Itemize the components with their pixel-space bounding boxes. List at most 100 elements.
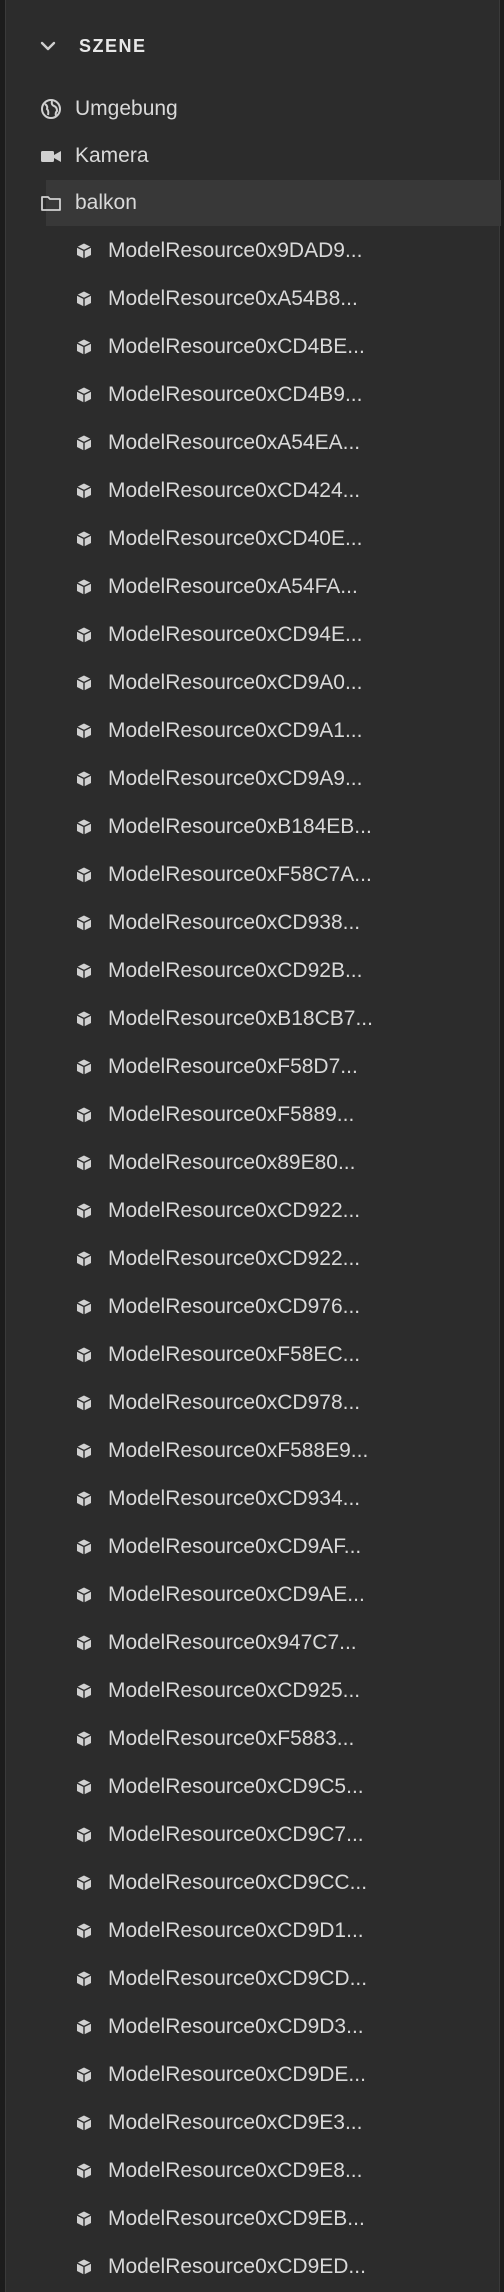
tree-child-item[interactable]: ModelResource0xF58D7... bbox=[6, 1044, 501, 1090]
cube-icon bbox=[72, 1487, 96, 1511]
tree-child-item[interactable]: ModelResource0xF588E9... bbox=[6, 1428, 501, 1474]
cube-icon bbox=[72, 1631, 96, 1655]
tree-child-item[interactable]: ModelResource0xCD4BE... bbox=[6, 324, 501, 370]
tree-child-item[interactable]: ModelResource0xF58EC... bbox=[6, 1332, 501, 1378]
tree-child-item[interactable]: ModelResource0xCD9AE... bbox=[6, 1572, 501, 1618]
tree-child-label: ModelResource0xF5889... bbox=[108, 1103, 355, 1126]
tree-item-label: Kamera bbox=[75, 144, 149, 167]
tree-child-item[interactable]: ModelResource0x9DAD9... bbox=[6, 228, 501, 274]
tree-child-label: ModelResource0xCD4B9... bbox=[108, 383, 363, 406]
tree-child-item[interactable]: ModelResource0xCD9D1... bbox=[6, 1908, 501, 1954]
cube-icon bbox=[72, 2159, 96, 2183]
tree-child-item[interactable]: ModelResource0xCD9EB... bbox=[6, 2196, 501, 2242]
tree-child-item[interactable]: ModelResource0xCD9AF... bbox=[6, 1524, 501, 1570]
tree-child-label: ModelResource0xCD424... bbox=[108, 479, 361, 502]
tree-child-item[interactable]: ModelResource0xCD9E8... bbox=[6, 2148, 501, 2194]
cube-icon bbox=[72, 1103, 96, 1127]
tree-child-label: ModelResource0xCD9C7... bbox=[108, 1823, 364, 1846]
cube-icon bbox=[72, 959, 96, 983]
tree-child-item[interactable]: ModelResource0xCD922... bbox=[6, 1188, 501, 1234]
tree-child-item[interactable]: ModelResource0xA54EA... bbox=[6, 420, 501, 466]
cube-icon bbox=[72, 1439, 96, 1463]
cube-icon bbox=[72, 1199, 96, 1223]
tree-child-label: ModelResource0xCD978... bbox=[108, 1391, 361, 1414]
cube-icon bbox=[72, 1151, 96, 1175]
tree-child-item[interactable]: ModelResource0xCD4B9... bbox=[6, 372, 501, 418]
cube-icon bbox=[72, 2207, 96, 2231]
tree-child-label: ModelResource0xF5883... bbox=[108, 1727, 355, 1750]
tree-child-item[interactable]: ModelResource0xCD92B... bbox=[6, 948, 501, 994]
tree-item-label: Umgebung bbox=[75, 97, 178, 120]
cube-icon bbox=[72, 623, 96, 647]
tree-child-item[interactable]: ModelResource0x89E80... bbox=[6, 1140, 501, 1186]
scene-panel: SZENE Umgebung Kamera balkon ModelResour… bbox=[5, 0, 501, 2292]
camera-icon bbox=[39, 144, 63, 168]
cube-icon bbox=[72, 1007, 96, 1031]
tree-child-item[interactable]: ModelResource0xCD9A9... bbox=[6, 756, 501, 802]
tree-child-item[interactable]: ModelResource0xCD40E... bbox=[6, 516, 501, 562]
tree-child-item[interactable]: ModelResource0xCD925... bbox=[6, 1668, 501, 1714]
tree-child-label: ModelResource0xCD4BE... bbox=[108, 335, 365, 358]
tree-child-item[interactable]: ModelResource0xCD9C7... bbox=[6, 1812, 501, 1858]
cube-icon bbox=[72, 815, 96, 839]
tree-child-item[interactable]: ModelResource0xB18CB7... bbox=[6, 996, 501, 1042]
tree-child-label: ModelResource0xCD922... bbox=[108, 1247, 361, 1270]
tree-child-label: ModelResource0xCD9ED... bbox=[108, 2255, 366, 2278]
tree-child-item[interactable]: ModelResource0xB184EB... bbox=[6, 804, 501, 850]
tree-child-item[interactable]: ModelResource0xCD978... bbox=[6, 1380, 501, 1426]
tree-child-label: ModelResource0xF58EC... bbox=[108, 1343, 361, 1366]
tree-child-item[interactable]: ModelResource0xCD424... bbox=[6, 468, 501, 514]
tree-child-item[interactable]: ModelResource0xA54FA... bbox=[6, 564, 501, 610]
tree-child-label: ModelResource0xCD9D3... bbox=[108, 2015, 364, 2038]
cube-icon bbox=[72, 479, 96, 503]
cube-icon bbox=[72, 335, 96, 359]
tree-child-item[interactable]: ModelResource0xCD9CD... bbox=[6, 1956, 501, 2002]
scene-header[interactable]: SZENE bbox=[6, 0, 499, 92]
cube-icon bbox=[72, 2111, 96, 2135]
tree-child-item[interactable]: ModelResource0xF58C7A... bbox=[6, 852, 501, 898]
tree-child-item[interactable]: ModelResource0xCD976... bbox=[6, 1284, 501, 1330]
tree-child-item[interactable]: ModelResource0xCD9D3... bbox=[6, 2004, 501, 2050]
tree-item-balkon[interactable]: balkon bbox=[41, 180, 501, 226]
tree-child-item[interactable]: ModelResource0xCD9A0... bbox=[6, 660, 501, 706]
tree-child-item[interactable]: ModelResource0xCD9DE... bbox=[6, 2052, 501, 2098]
cube-icon bbox=[72, 863, 96, 887]
tree-child-item[interactable]: ModelResource0xCD934... bbox=[6, 1476, 501, 1522]
cube-icon bbox=[72, 671, 96, 695]
cube-icon bbox=[72, 431, 96, 455]
cube-icon bbox=[72, 1247, 96, 1271]
tree-item-kamera[interactable]: Kamera bbox=[6, 133, 501, 179]
tree-child-label: ModelResource0xCD9AE... bbox=[108, 1583, 365, 1606]
tree-child-item[interactable]: ModelResource0xCD94E... bbox=[6, 612, 501, 658]
tree-child-label: ModelResource0xCD9CD... bbox=[108, 1967, 368, 1990]
tree-child-label: ModelResource0x947C7... bbox=[108, 1631, 357, 1654]
tree-child-item[interactable]: ModelResource0xCD9ED... bbox=[6, 2244, 501, 2290]
chevron-down-icon[interactable] bbox=[39, 37, 57, 55]
tree-child-item[interactable]: ModelResource0xCD938... bbox=[6, 900, 501, 946]
cube-icon bbox=[72, 2063, 96, 2087]
tree-child-item[interactable]: ModelResource0xA54B8... bbox=[6, 276, 501, 322]
tree-child-item[interactable]: ModelResource0xCD9CC... bbox=[6, 1860, 501, 1906]
cube-icon bbox=[72, 1391, 96, 1415]
tree-child-label: ModelResource0xCD9C5... bbox=[108, 1775, 364, 1798]
tree-child-label: ModelResource0xA54B8... bbox=[108, 287, 358, 310]
tree-child-item[interactable]: ModelResource0xCD9C5... bbox=[6, 1764, 501, 1810]
tree-child-label: ModelResource0xCD9DE... bbox=[108, 2063, 366, 2086]
tree-child-item[interactable]: ModelResource0xCD9E3... bbox=[6, 2100, 501, 2146]
cube-icon bbox=[72, 1295, 96, 1319]
cube-icon bbox=[72, 383, 96, 407]
cube-icon bbox=[72, 575, 96, 599]
tree-child-item[interactable]: ModelResource0x947C7... bbox=[6, 1620, 501, 1666]
panel-title: SZENE bbox=[79, 35, 147, 56]
tree-child-item[interactable]: ModelResource0xF5883... bbox=[6, 1716, 501, 1762]
tree-child-label: ModelResource0xF58C7A... bbox=[108, 863, 372, 886]
tree-child-label: ModelResource0xCD925... bbox=[108, 1679, 361, 1702]
tree-child-label: ModelResource0xF58D7... bbox=[108, 1055, 358, 1078]
tree-child-label: ModelResource0xCD40E... bbox=[108, 527, 363, 550]
tree-item-umgebung[interactable]: Umgebung bbox=[6, 86, 501, 132]
tree-child-item[interactable]: ModelResource0xCD922... bbox=[6, 1236, 501, 1282]
tree-child-label: ModelResource0xCD938... bbox=[108, 911, 361, 934]
tree-child-item[interactable]: ModelResource0xCD9A1... bbox=[6, 708, 501, 754]
tree-child-item[interactable]: ModelResource0xF5889... bbox=[6, 1092, 501, 1138]
tree-child-label: ModelResource0xCD934... bbox=[108, 1487, 361, 1510]
